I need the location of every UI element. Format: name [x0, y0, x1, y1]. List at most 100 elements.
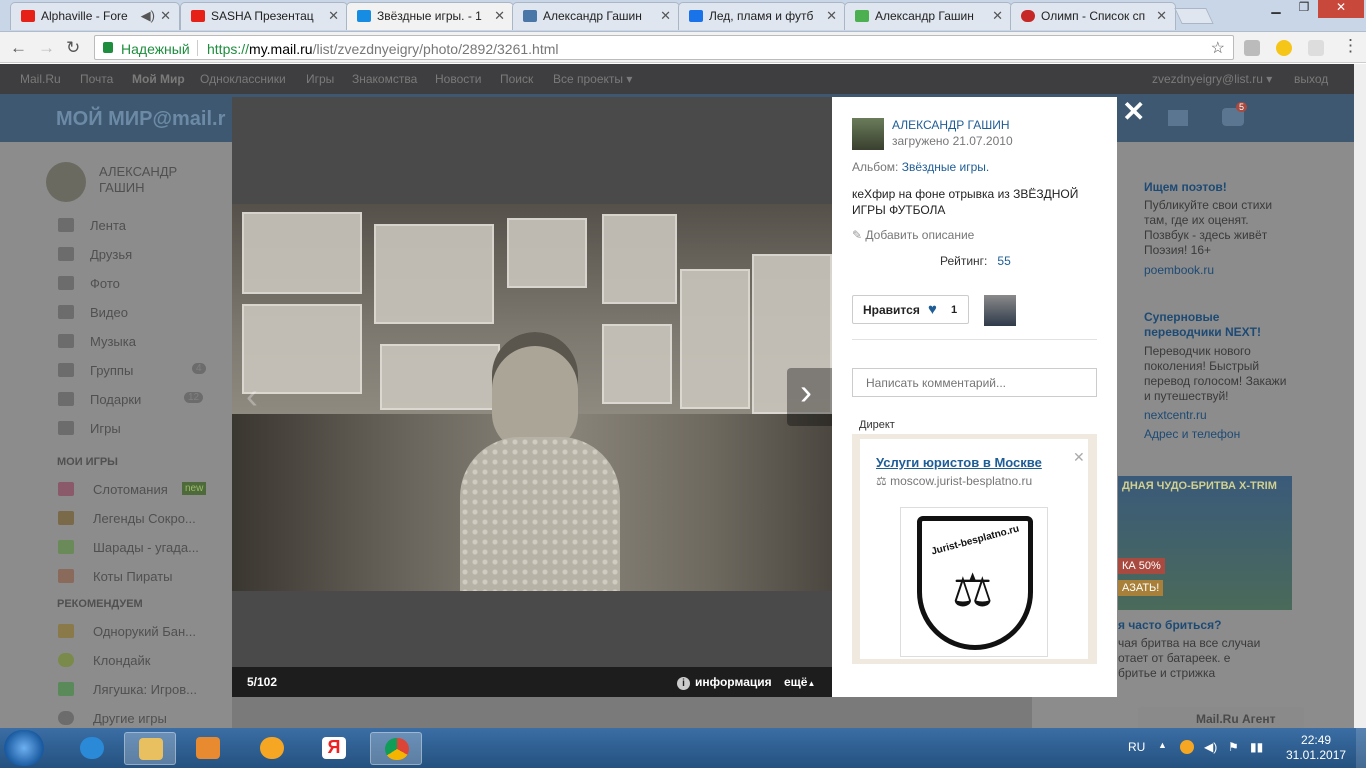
main-photo[interactable]	[232, 204, 832, 591]
direct-ad[interactable]: Услуги юристов в Москве ⚖ moscow.jurist-…	[852, 434, 1097, 664]
ad2-link[interactable]: nextcentr.ru	[1144, 408, 1294, 423]
sidebar-item-video[interactable]: Видео	[90, 305, 128, 320]
ad-card[interactable]: Услуги юристов в Москве ⚖ moscow.jurist-…	[860, 439, 1088, 659]
tab-close-icon[interactable]: ✕	[160, 8, 171, 24]
minimize-button[interactable]: ▁	[1262, 0, 1290, 18]
taskbar-yandex[interactable]: Я	[308, 732, 360, 765]
comment-input[interactable]	[852, 368, 1097, 397]
network-icon[interactable]: ▮▮	[1250, 740, 1263, 754]
order-button[interactable]: АЗАТЬ!	[1118, 580, 1164, 596]
clock[interactable]: 22:49 31.01.2017	[1286, 733, 1346, 763]
ad-logo-image[interactable]: Jurist-besplatno.ru ⚖	[900, 507, 1048, 657]
sidebar-item-friends[interactable]: Друзья	[90, 247, 132, 262]
window-close-button[interactable]: ✕	[1318, 0, 1364, 18]
author-name[interactable]: АЛЕКСАНДР ГАШИН	[892, 118, 1010, 132]
tab-gashin-sheet[interactable]: Александр Гашин ✕	[844, 2, 1012, 30]
next-photo-button[interactable]: ›	[787, 368, 832, 426]
nav-link-odnoklassniki[interactable]: Одноклассники	[200, 72, 286, 86]
sidebar-item-gifts[interactable]: Подарки	[90, 392, 141, 407]
tab-close-icon[interactable]: ✕	[1156, 8, 1167, 24]
page-scrollbar[interactable]	[1354, 64, 1366, 728]
rec-frog[interactable]: Лягушка: Игров...	[93, 682, 197, 697]
rec-one-armed-bandit[interactable]: Однорукий Бан...	[93, 624, 196, 639]
sidebar-item-feed[interactable]: Лента	[90, 218, 126, 233]
nav-link-all-projects[interactable]: Все проекты ▾	[553, 72, 632, 86]
tab-sasha[interactable]: SASHA Презентац ✕	[180, 2, 348, 30]
razor-ad-banner[interactable]: ДНАЯ ЧУДО-БРИТВА X-TRIM КА 50% АЗАТЬ!	[1118, 476, 1292, 610]
rating-value[interactable]: 55	[997, 254, 1010, 268]
game-charades[interactable]: Шарады - угада...	[93, 540, 199, 555]
ad2-address[interactable]: Адрес и телефон	[1144, 427, 1294, 442]
back-icon[interactable]: ←	[10, 38, 27, 58]
tab-close-icon[interactable]: ✕	[494, 8, 505, 24]
info-button[interactable]: i информация	[677, 675, 772, 690]
tab-alphaville[interactable]: Alphaville - Fore ◀) ✕	[10, 2, 180, 30]
author-avatar[interactable]	[852, 118, 884, 150]
tab-led-plamya[interactable]: Лед, пламя и футб ✕	[678, 2, 846, 30]
tray-agent-icon[interactable]	[1180, 740, 1194, 754]
address-bar[interactable]: Надежный https://my.mail.ru/list/zvezdny…	[94, 35, 1234, 60]
nav-link-mailru[interactable]: Mail.Ru	[20, 72, 61, 86]
menu-icon[interactable]: ⋮	[1342, 36, 1359, 56]
maximize-button[interactable]: ❐	[1290, 0, 1318, 18]
sidebar-item-photo[interactable]: Фото	[90, 276, 120, 291]
bookmark-star-icon[interactable]: ☆	[1211, 38, 1225, 58]
prev-photo-icon[interactable]: ‹	[246, 375, 258, 417]
rec-klondike[interactable]: Клондайк	[93, 653, 150, 668]
new-tab-button[interactable]	[1174, 8, 1214, 24]
close-viewer-icon[interactable]: ✕	[1122, 95, 1145, 128]
weather-icon[interactable]	[1276, 40, 1292, 56]
url-text[interactable]: https://my.mail.ru/list/zvezdnyeigry/pho…	[207, 41, 559, 57]
extension-icon[interactable]	[1244, 40, 1260, 56]
taskbar-media-player[interactable]	[182, 732, 234, 765]
taskbar-ie[interactable]	[66, 732, 118, 765]
user-email[interactable]: zvezdnyeigry@list.ru ▾	[1152, 72, 1272, 86]
ad2-title[interactable]: Суперновые переводчики NEXT!	[1144, 310, 1294, 340]
messages-icon[interactable]	[1168, 110, 1188, 126]
reload-icon[interactable]: ↻	[66, 38, 80, 58]
taskbar-chrome[interactable]	[370, 732, 422, 765]
site-logo[interactable]: МОЙ МИР@mail.r	[56, 108, 225, 131]
game-pirate-cats[interactable]: Коты Пираты	[93, 569, 173, 584]
rec-other-games[interactable]: Другие игры	[93, 711, 167, 726]
sidebar-item-music[interactable]: Музыка	[90, 334, 136, 349]
game-legends[interactable]: Легенды Сокро...	[93, 511, 196, 526]
start-button[interactable]	[4, 730, 44, 766]
nav-link-novosti[interactable]: Новости	[435, 72, 481, 86]
mail-agent-button[interactable]: Mail.Ru Агент	[1138, 707, 1304, 728]
tab-close-icon[interactable]: ✕	[660, 8, 671, 24]
ad3-title[interactable]: я часто бриться?	[1118, 618, 1268, 633]
ad1-title[interactable]: Ищем поэтов!	[1144, 180, 1294, 195]
nav-link-poisk[interactable]: Поиск	[500, 72, 533, 86]
language-indicator[interactable]: RU	[1128, 740, 1145, 754]
taskbar-explorer[interactable]	[124, 732, 176, 765]
liker-avatar[interactable]	[984, 295, 1016, 326]
sidebar-item-games[interactable]: Игры	[90, 421, 121, 436]
nav-link-moi-mir[interactable]: Мой Мир	[132, 72, 185, 86]
avatar[interactable]	[46, 162, 86, 202]
tray-expand-icon[interactable]: ▲	[1158, 740, 1167, 750]
ad-url[interactable]: ⚖ moscow.jurist-besplatno.ru	[876, 474, 1032, 488]
tab-olimp[interactable]: Олимп - Список сп ✕	[1010, 2, 1176, 30]
nav-link-znakomstva[interactable]: Знакомства	[352, 72, 417, 86]
sidebar-item-groups[interactable]: Группы	[90, 363, 133, 378]
ad-title[interactable]: Услуги юристов в Москве	[876, 455, 1042, 470]
show-desktop-button[interactable]	[1356, 728, 1366, 768]
tab-close-icon[interactable]: ✕	[328, 8, 339, 24]
logout-link[interactable]: выход	[1294, 72, 1328, 86]
add-description-button[interactable]: ✎ Добавить описание	[852, 228, 974, 242]
nav-link-igry[interactable]: Игры	[306, 72, 334, 86]
taskbar-mail-agent[interactable]	[246, 732, 298, 765]
tab-zvezdnye-igry[interactable]: Звёздные игры. - 1 ✕	[346, 2, 514, 30]
nav-link-pochta[interactable]: Почта	[80, 72, 113, 86]
ad1-link[interactable]: poembook.ru	[1144, 263, 1294, 278]
tab-vk-gashin[interactable]: Александр Гашин ✕	[512, 2, 680, 30]
tab-close-icon[interactable]: ✕	[826, 8, 837, 24]
sidebar-user-name[interactable]: АЛЕКСАНДР ГАШИН	[99, 164, 189, 196]
ad-close-icon[interactable]: ✕	[1073, 449, 1085, 466]
more-button[interactable]: ещё▲	[784, 675, 815, 689]
volume-icon[interactable]: ◀)	[1204, 740, 1217, 754]
album-link[interactable]: Звёздные игры.	[902, 160, 990, 174]
search-extension-icon[interactable]	[1308, 40, 1324, 56]
tab-close-icon[interactable]: ✕	[992, 8, 1003, 24]
